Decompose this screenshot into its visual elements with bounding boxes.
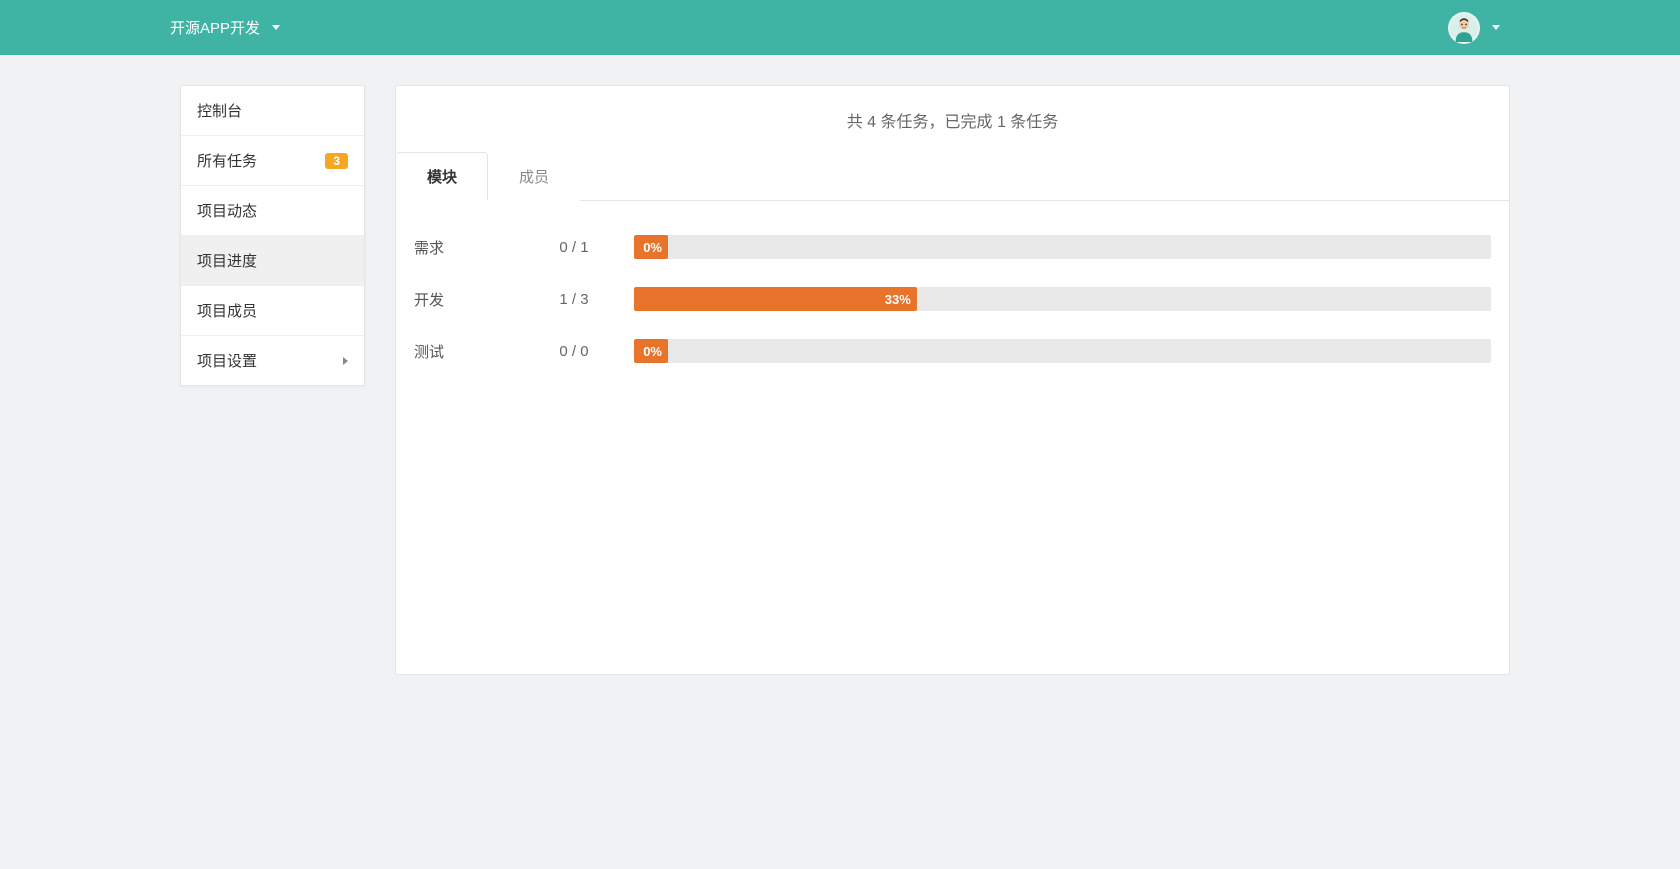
user-menu[interactable] [1448, 12, 1500, 44]
task-count-badge: 3 [325, 153, 348, 169]
progress-label: 开发 [414, 289, 514, 310]
main-panel: 共 4 条任务，已完成 1 条任务 模块 成员 需求 0 / 1 0% 开发 [395, 85, 1510, 675]
progress-row: 开发 1 / 3 33% [414, 273, 1491, 325]
progress-percent: 0% [643, 240, 662, 255]
caret-down-icon [1492, 25, 1500, 30]
tab-member[interactable]: 成员 [488, 152, 580, 201]
tab-module[interactable]: 模块 [396, 152, 488, 201]
progress-bar: 33% [634, 287, 1491, 311]
sidebar-item-console[interactable]: 控制台 [181, 86, 364, 136]
sidebar: 控制台 所有任务 3 项目动态 项目进度 项目成员 项目设置 [180, 85, 365, 386]
progress-fill: 0% [634, 339, 668, 363]
project-selector[interactable]: 开源APP开发 [170, 17, 280, 38]
progress-row: 需求 0 / 1 0% [414, 221, 1491, 273]
progress-count: 0 / 1 [524, 239, 624, 256]
progress-count: 0 / 0 [524, 343, 624, 360]
tab-label: 成员 [519, 169, 549, 186]
progress-label: 测试 [414, 341, 514, 362]
caret-down-icon [272, 25, 280, 30]
sidebar-item-all-tasks[interactable]: 所有任务 3 [181, 136, 364, 186]
progress-label: 需求 [414, 237, 514, 258]
avatar-icon [1450, 14, 1478, 42]
sidebar-item-label: 项目设置 [197, 350, 257, 371]
tabs: 模块 成员 [396, 152, 1509, 201]
topbar: 开源APP开发 [0, 0, 1680, 55]
sidebar-item-settings[interactable]: 项目设置 [181, 336, 364, 385]
caret-right-icon [343, 357, 348, 365]
progress-row: 测试 0 / 0 0% [414, 325, 1491, 377]
project-name: 开源APP开发 [170, 17, 260, 38]
progress-fill: 0% [634, 235, 668, 259]
sidebar-item-label: 项目进度 [197, 250, 257, 271]
sidebar-item-members[interactable]: 项目成员 [181, 286, 364, 336]
task-summary: 共 4 条任务，已完成 1 条任务 [414, 86, 1491, 152]
sidebar-item-label: 项目动态 [197, 200, 257, 221]
progress-bar: 0% [634, 235, 1491, 259]
page-container: 控制台 所有任务 3 项目动态 项目进度 项目成员 项目设置 共 4 条任务，已… [0, 55, 1680, 715]
progress-bar: 0% [634, 339, 1491, 363]
progress-count: 1 / 3 [524, 291, 624, 308]
progress-percent: 0% [643, 344, 662, 359]
sidebar-item-label: 控制台 [197, 100, 242, 121]
tab-label: 模块 [427, 169, 457, 186]
sidebar-item-progress[interactable]: 项目进度 [181, 236, 364, 286]
sidebar-item-label: 所有任务 [197, 150, 257, 171]
sidebar-item-label: 项目成员 [197, 300, 257, 321]
progress-fill: 33% [634, 287, 917, 311]
progress-list: 需求 0 / 1 0% 开发 1 / 3 33% 测试 [414, 201, 1491, 387]
sidebar-item-activity[interactable]: 项目动态 [181, 186, 364, 236]
progress-percent: 33% [885, 292, 911, 307]
avatar [1448, 12, 1480, 44]
